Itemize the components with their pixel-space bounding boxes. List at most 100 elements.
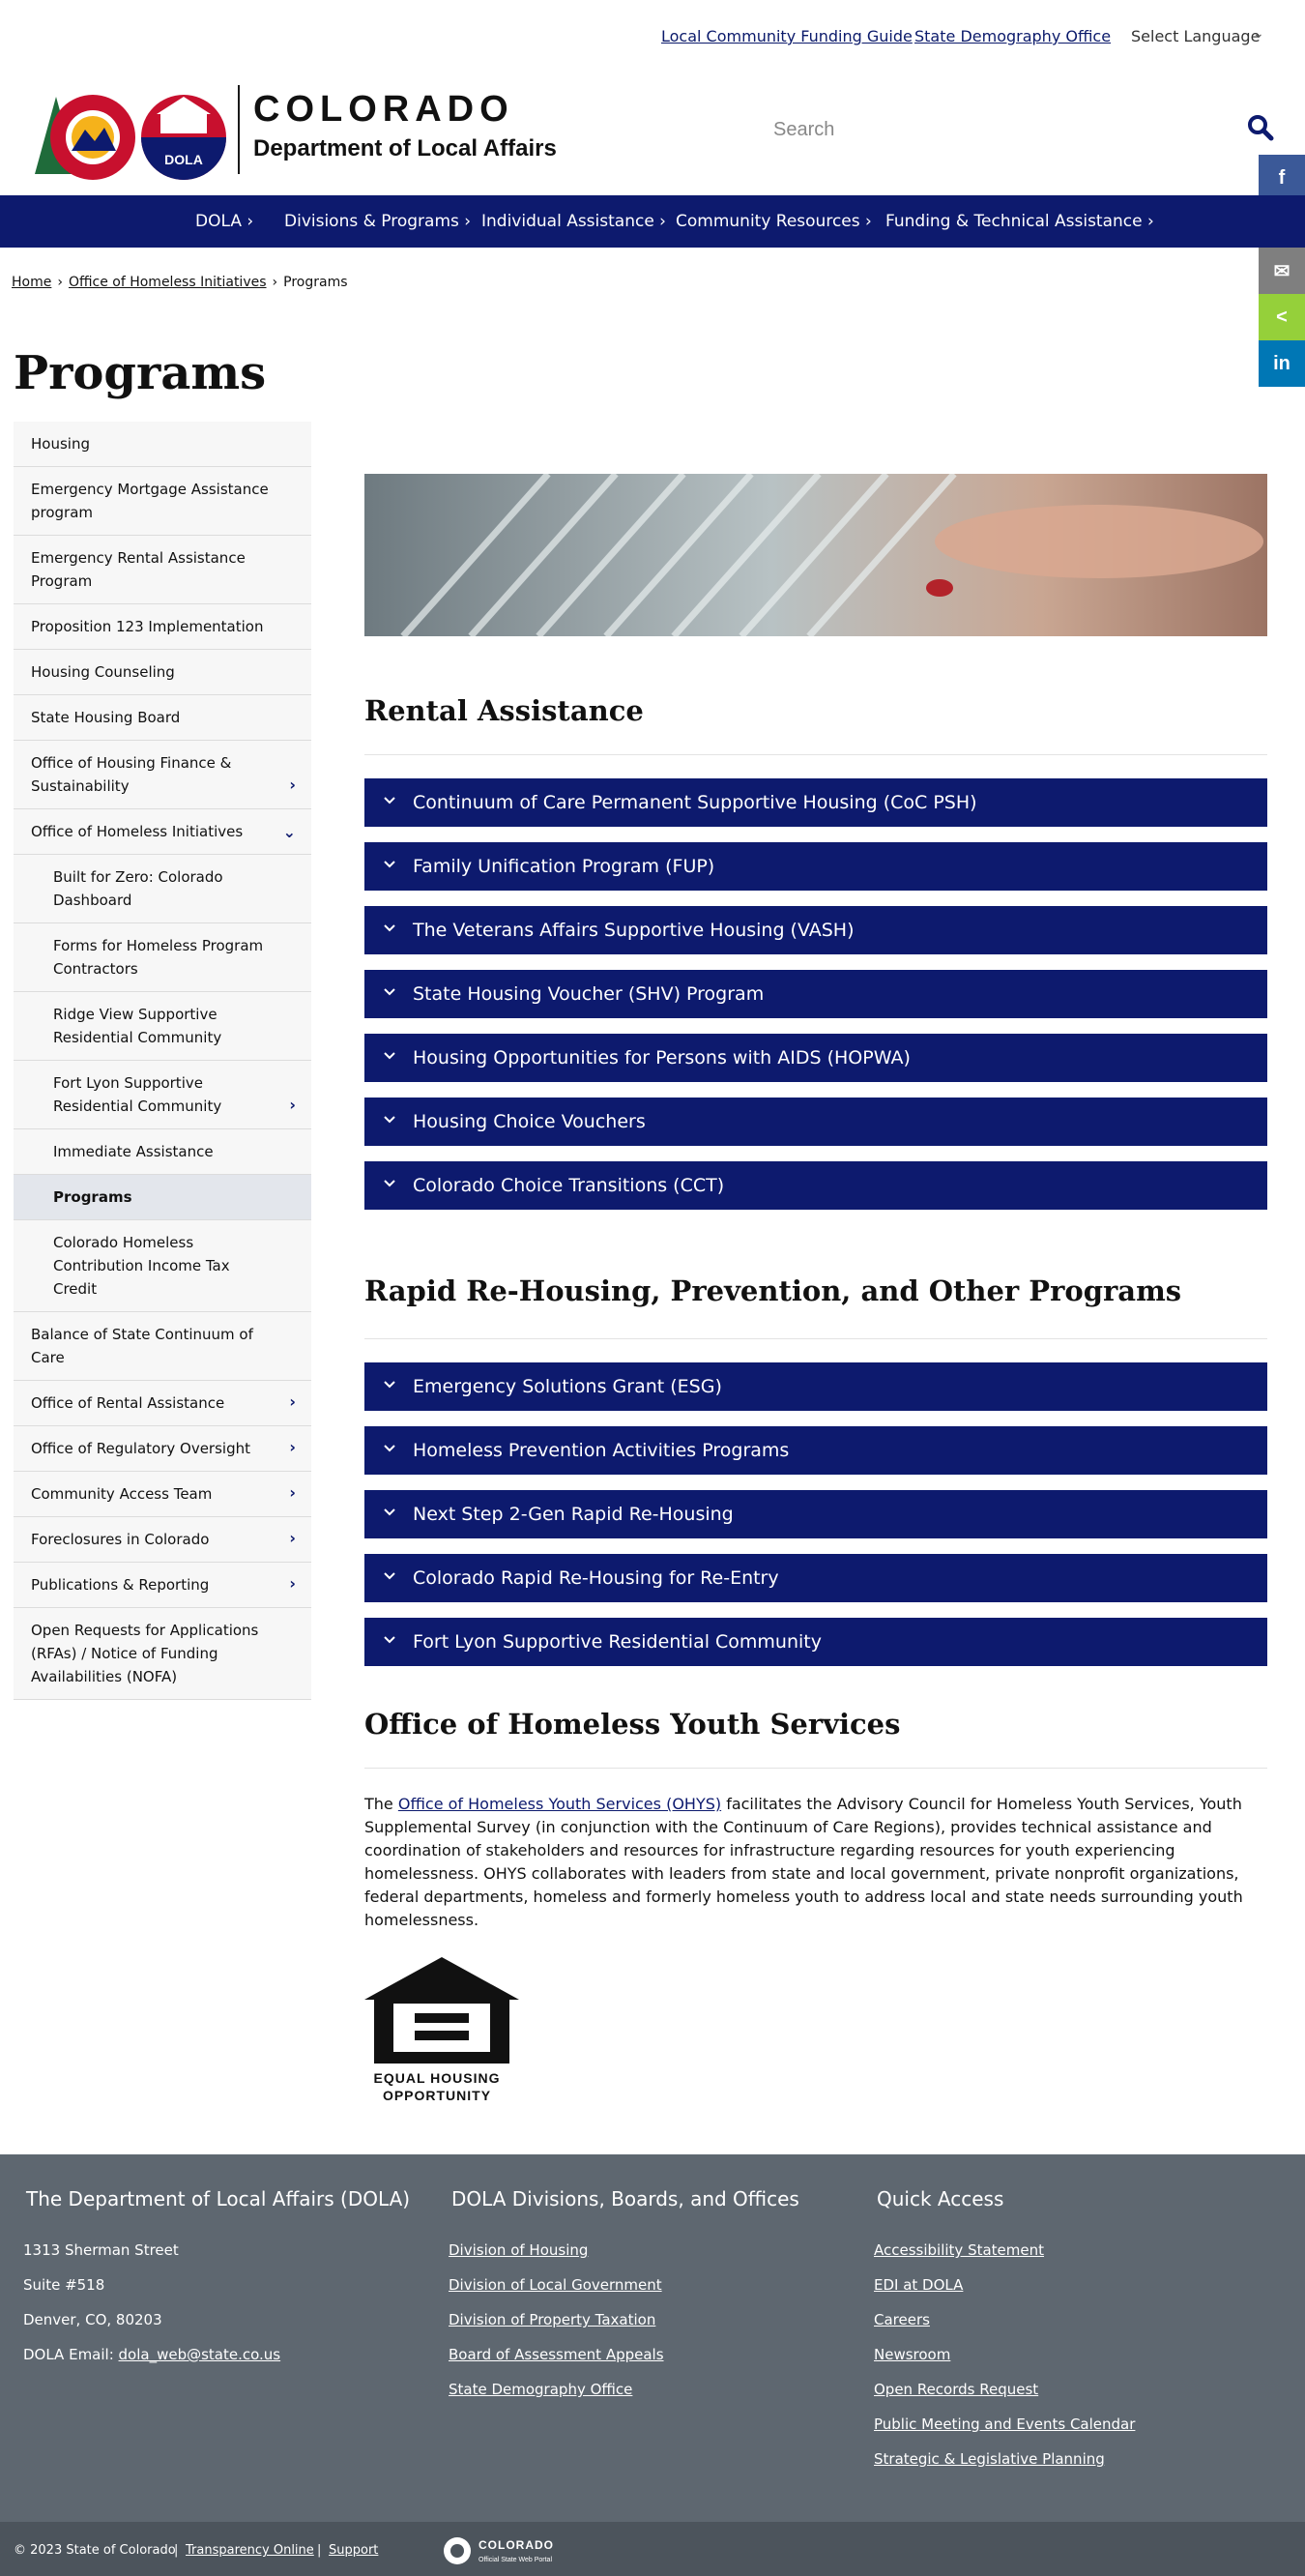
nav-item-community-resources[interactable]: Community Resources › bbox=[676, 212, 872, 231]
chevron-right-icon[interactable]: › bbox=[289, 1572, 296, 1595]
ohys-paragraph: The Office of Homeless Youth Services (O… bbox=[364, 1793, 1267, 1932]
sidebar-item-label: Ridge View Supportive Residential Commun… bbox=[53, 1006, 222, 1046]
chevron-down-icon bbox=[384, 988, 395, 996]
accordion-next-step[interactable]: Next Step 2-Gen Rapid Re-Housing bbox=[364, 1490, 1267, 1538]
footer-link-property-taxation[interactable]: Division of Property Taxation bbox=[449, 2311, 655, 2328]
facebook-share-icon[interactable]: f bbox=[1259, 155, 1305, 201]
brand-department: Department of Local Affairs bbox=[253, 135, 557, 161]
footer-link-careers[interactable]: Careers bbox=[874, 2311, 930, 2328]
sidebar-item-fort-lyon[interactable]: Fort Lyon Supportive Residential Communi… bbox=[14, 1061, 311, 1129]
chevron-right-icon[interactable]: › bbox=[289, 774, 296, 797]
sidebar-item-homeless-initiatives[interactable]: Office of Homeless Initiatives ⌄ bbox=[14, 809, 311, 855]
sidebar-item-forms[interactable]: Forms for Homeless Program Contractors bbox=[14, 923, 311, 992]
ohys-link[interactable]: Office of Homeless Youth Services (OHYS) bbox=[398, 1795, 721, 1813]
footer-link-assessment-appeals[interactable]: Board of Assessment Appeals bbox=[449, 2346, 664, 2363]
accordion-coc-psh[interactable]: Continuum of Care Permanent Supportive H… bbox=[364, 778, 1267, 827]
search-input[interactable] bbox=[773, 110, 1237, 149]
accordion-hopwa[interactable]: Housing Opportunities for Persons with A… bbox=[364, 1034, 1267, 1082]
language-selector[interactable]: Select Language bbox=[1131, 27, 1260, 45]
sidebar-item-regulatory-oversight[interactable]: Office of Regulatory Oversight › bbox=[14, 1426, 311, 1472]
accordion-esg[interactable]: Emergency Solutions Grant (ESG) bbox=[364, 1362, 1267, 1411]
footer-link-public-meeting[interactable]: Public Meeting and Events Calendar bbox=[874, 2415, 1135, 2433]
sidebar-item-immediate-assistance[interactable]: Immediate Assistance bbox=[14, 1129, 311, 1175]
sidebar-item-community-access[interactable]: Community Access Team › bbox=[14, 1472, 311, 1517]
linkedin-share-icon[interactable]: in bbox=[1259, 340, 1305, 387]
equal-housing-opportunity-logo: EQUAL HOUSING OPPORTUNITY bbox=[364, 1957, 519, 2103]
state-demography-link[interactable]: State Demography Office bbox=[914, 27, 1111, 45]
footer-email-label: DOLA Email: bbox=[23, 2346, 119, 2363]
colorado-portal-logo[interactable]: COLORADO Official State Web Portal bbox=[440, 2533, 585, 2568]
sidebar-item-built-for-zero[interactable]: Built for Zero: Colorado Dashboard bbox=[14, 855, 311, 923]
sidebar-item-housing[interactable]: Housing bbox=[14, 422, 311, 467]
transparency-online-link[interactable]: Transparency Online bbox=[186, 2543, 314, 2558]
sidebar-item-balance-of-state[interactable]: Balance of State Continuum of Care bbox=[14, 1312, 311, 1381]
accordion-re-entry[interactable]: Colorado Rapid Re-Housing for Re-Entry bbox=[364, 1554, 1267, 1602]
accordion-hcv[interactable]: Housing Choice Vouchers bbox=[364, 1098, 1267, 1146]
support-link[interactable]: Support bbox=[329, 2543, 378, 2558]
chevron-right-icon[interactable]: › bbox=[289, 1094, 296, 1117]
breadcrumb-parent[interactable]: Office of Homeless Initiatives bbox=[69, 275, 267, 290]
sidebar-item-emergency-rental[interactable]: Emergency Rental Assistance Program bbox=[14, 536, 311, 604]
nav-item-funding-technical[interactable]: Funding & Technical Assistance › bbox=[885, 212, 1154, 231]
footer-col1-title: The Department of Local Affairs (DOLA) bbox=[26, 2187, 411, 2210]
accordion-fort-lyon[interactable]: Fort Lyon Supportive Residential Communi… bbox=[364, 1618, 1267, 1666]
accordion-label: Continuum of Care Permanent Supportive H… bbox=[413, 792, 977, 813]
nav-item-divisions-programs[interactable]: Divisions & Programs › bbox=[284, 212, 471, 231]
brand-divider bbox=[238, 85, 240, 174]
chevron-down-icon bbox=[384, 1180, 395, 1187]
accordion-prevention[interactable]: Homeless Prevention Activities Programs bbox=[364, 1426, 1267, 1475]
footer-address-line: Suite #518 bbox=[23, 2276, 105, 2294]
sidebar-item-rfa-nofa[interactable]: Open Requests for Applications (RFAs) / … bbox=[14, 1608, 311, 1700]
generic-share-icon[interactable]: < bbox=[1259, 294, 1305, 340]
footer-address-line: 1313 Sherman Street bbox=[23, 2241, 179, 2259]
sidebar-item-rental-assistance[interactable]: Office of Rental Assistance › bbox=[14, 1381, 311, 1426]
footer-link-division-housing[interactable]: Division of Housing bbox=[449, 2241, 588, 2259]
chevron-down-icon bbox=[384, 1445, 395, 1452]
sidebar-item-tax-credit[interactable]: Colorado Homeless Contribution Income Ta… bbox=[14, 1220, 311, 1312]
sidebar-item-label: Office of Rental Assistance bbox=[31, 1394, 225, 1412]
chevron-right-icon[interactable]: › bbox=[289, 1481, 296, 1505]
nav-item-individual-assistance[interactable]: Individual Assistance › bbox=[481, 212, 666, 231]
accordion-shv[interactable]: State Housing Voucher (SHV) Program bbox=[364, 970, 1267, 1018]
footer-link-local-government[interactable]: Division of Local Government bbox=[449, 2276, 662, 2294]
footer-link-newsroom[interactable]: Newsroom bbox=[874, 2346, 950, 2363]
footer-link-accessibility[interactable]: Accessibility Statement bbox=[874, 2241, 1044, 2259]
local-funding-guide-link[interactable]: Local Community Funding Guide bbox=[661, 27, 913, 45]
nav-item-dola[interactable]: DOLA › bbox=[195, 212, 253, 231]
main-nav: DOLA › Divisions & Programs › Individual… bbox=[0, 195, 1305, 248]
footer-link-open-records[interactable]: Open Records Request bbox=[874, 2381, 1038, 2398]
chevron-right-icon[interactable]: › bbox=[289, 1527, 296, 1550]
sidebar-item-foreclosures[interactable]: Foreclosures in Colorado › bbox=[14, 1517, 311, 1563]
breadcrumb-home[interactable]: Home bbox=[12, 275, 51, 290]
email-share-icon[interactable]: ✉ bbox=[1259, 248, 1305, 294]
search-icon[interactable] bbox=[1247, 114, 1274, 141]
chevron-right-icon[interactable]: › bbox=[289, 1436, 296, 1459]
footer-link-demography-office[interactable]: State Demography Office bbox=[449, 2381, 632, 2398]
accordion-cct[interactable]: Colorado Choice Transitions (CCT) bbox=[364, 1161, 1267, 1210]
footer-link-strategic-planning[interactable]: Strategic & Legislative Planning bbox=[874, 2450, 1105, 2468]
chevron-down-icon: ⌄ bbox=[1253, 26, 1264, 42]
dola-logo[interactable]: DOLA bbox=[27, 83, 230, 184]
sidebar-item-programs[interactable]: Programs bbox=[14, 1175, 311, 1220]
footer-link-edi[interactable]: EDI at DOLA bbox=[874, 2276, 963, 2294]
sidebar-item-label: Community Access Team bbox=[31, 1485, 213, 1503]
chevron-down-icon bbox=[384, 1381, 395, 1389]
footer-email-link[interactable]: dola_web@state.co.us bbox=[119, 2346, 281, 2363]
accordion-vash[interactable]: The Veterans Affairs Supportive Housing … bbox=[364, 906, 1267, 954]
sidebar-item-state-housing-board[interactable]: State Housing Board bbox=[14, 695, 311, 741]
sidebar-item-housing-finance[interactable]: Office of Housing Finance & Sustainabili… bbox=[14, 741, 311, 809]
sidebar-item-publications[interactable]: Publications & Reporting › bbox=[14, 1563, 311, 1608]
sidebar-item-label: Colorado Homeless Contribution Income Ta… bbox=[53, 1234, 230, 1298]
chevron-down-icon bbox=[384, 1052, 395, 1060]
rapid-rehousing-title: Rapid Re-Housing, Prevention, and Other … bbox=[364, 1274, 1182, 1307]
footer-address-line: Denver, CO, 80203 bbox=[23, 2311, 162, 2328]
accordion-fup[interactable]: Family Unification Program (FUP) bbox=[364, 842, 1267, 891]
sidebar-item-emergency-mortgage[interactable]: Emergency Mortgage Assistance program bbox=[14, 467, 311, 536]
sidebar-item-prop-123[interactable]: Proposition 123 Implementation bbox=[14, 604, 311, 650]
subfooter-separator: | bbox=[174, 2543, 179, 2558]
chevron-down-icon[interactable]: ⌄ bbox=[283, 821, 296, 844]
chevron-right-icon[interactable]: › bbox=[289, 1390, 296, 1414]
sidebar-item-housing-counseling[interactable]: Housing Counseling bbox=[14, 650, 311, 695]
subfooter-separator: | bbox=[317, 2543, 322, 2558]
sidebar-item-ridge-view[interactable]: Ridge View Supportive Residential Commun… bbox=[14, 992, 311, 1061]
